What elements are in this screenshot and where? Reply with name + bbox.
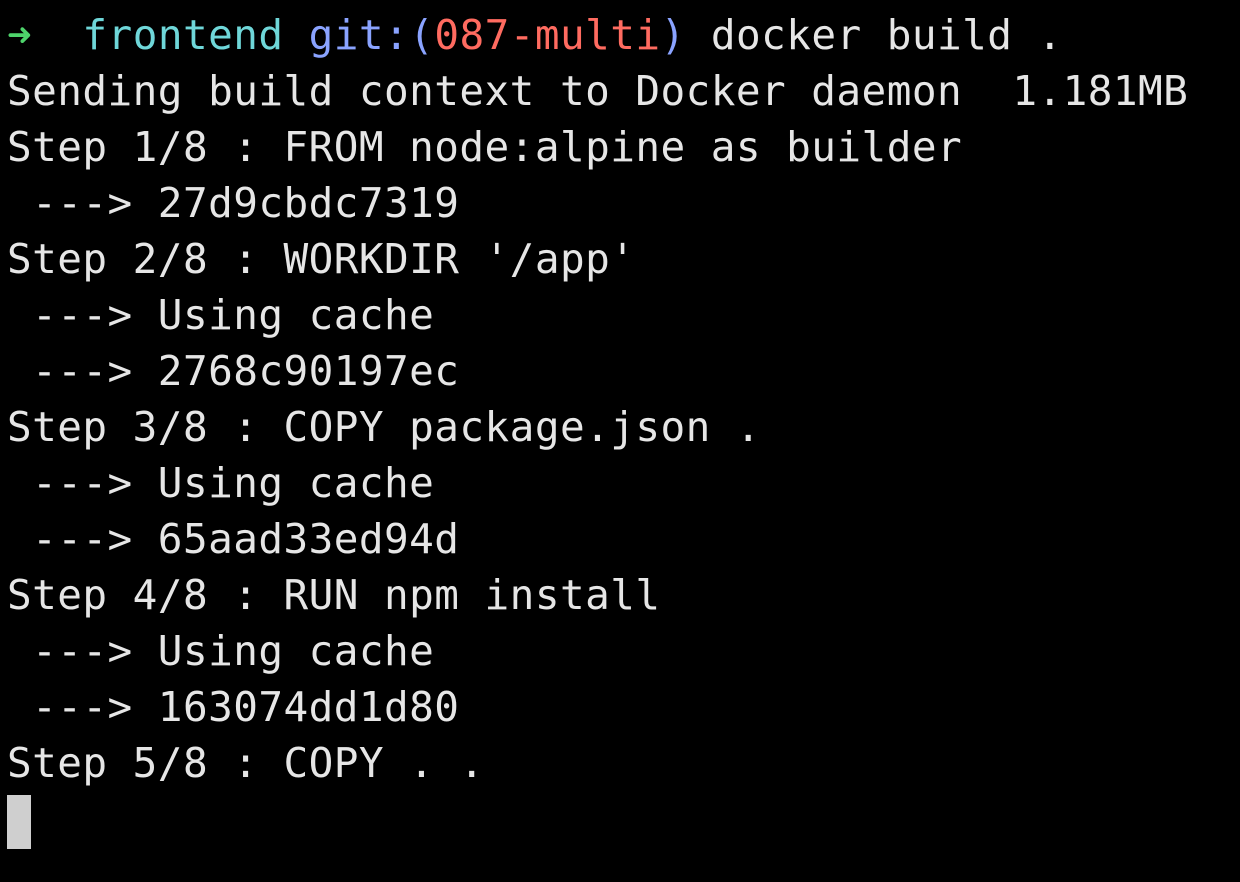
output-line: ---> Using cache <box>7 627 435 675</box>
output-line: Step 4/8 : RUN npm install <box>7 571 661 619</box>
prompt-directory: frontend <box>82 11 284 59</box>
output-line: ---> Using cache <box>7 459 435 507</box>
prompt-git-branch: 087-multi <box>434 11 661 59</box>
output-line: Sending build context to Docker daemon 1… <box>7 67 1189 115</box>
prompt-command: docker build . <box>710 11 1063 59</box>
output-line: Step 2/8 : WORKDIR '/app' <box>7 235 636 283</box>
prompt-git-close: ) <box>660 11 686 59</box>
terminal-window[interactable]: ➜ frontend git:(087-multi) docker build … <box>0 0 1240 882</box>
prompt-line: ➜ frontend git:(087-multi) docker build … <box>7 7 1240 63</box>
output-line: Step 3/8 : COPY package.json . <box>7 403 762 451</box>
output-line: Step 5/8 : COPY . . <box>7 739 485 787</box>
output-line: ---> 163074dd1d80 <box>7 683 460 731</box>
prompt-git-label: git:( <box>308 11 435 59</box>
cursor-line[interactable] <box>7 791 1240 849</box>
output-line: ---> Using cache <box>7 291 435 339</box>
output-line: Step 1/8 : FROM node:alpine as builder <box>7 123 963 171</box>
output-line: ---> 65aad33ed94d <box>7 515 460 563</box>
prompt-arrow-icon: ➜ <box>7 11 33 59</box>
output-line: ---> 2768c90197ec <box>7 347 460 395</box>
terminal-cursor <box>7 795 31 849</box>
output-line: ---> 27d9cbdc7319 <box>7 179 460 227</box>
